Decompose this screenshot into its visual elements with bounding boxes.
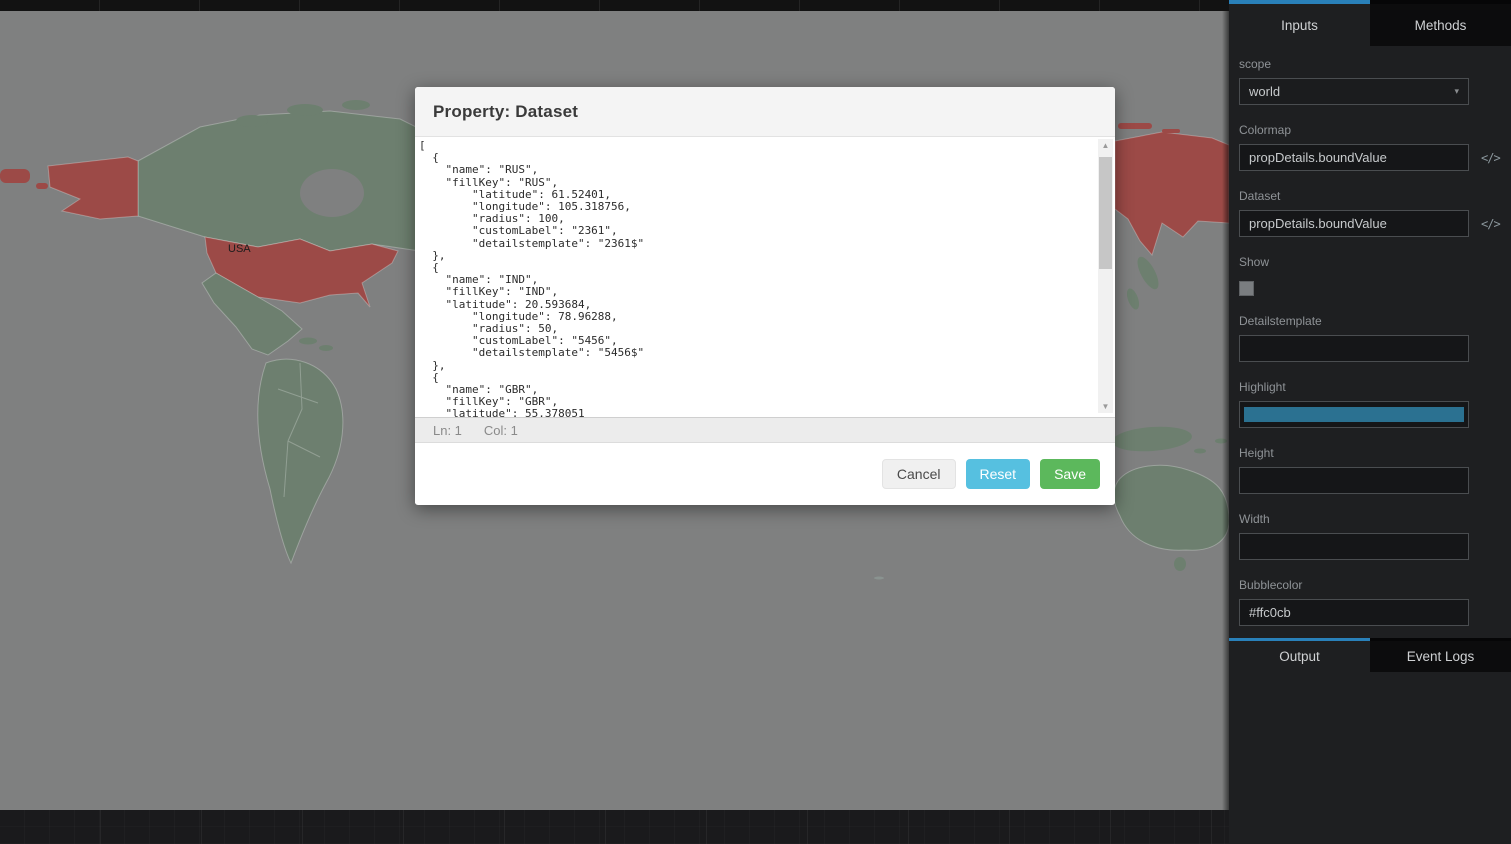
tab-methods[interactable]: Methods	[1370, 0, 1511, 46]
field-height: Height	[1239, 446, 1501, 494]
country-south-america	[258, 359, 343, 563]
small-island	[874, 577, 884, 580]
tab-output[interactable]: Output	[1229, 638, 1370, 672]
properties-sidebar: Inputs Methods scope world ▾ Colormap </…	[1229, 0, 1511, 844]
height-label: Height	[1239, 446, 1501, 460]
code-editor[interactable]: [ { "name": "RUS", "fillKey": "RUS", "la…	[415, 137, 1115, 417]
chevron-down-icon: ▾	[1454, 86, 1459, 97]
editor-content[interactable]: [ { "name": "RUS", "fillKey": "RUS", "la…	[415, 137, 1115, 417]
show-label: Show	[1239, 255, 1501, 269]
save-button[interactable]: Save	[1040, 459, 1100, 489]
country-canada	[138, 111, 420, 251]
scope-label: scope	[1239, 57, 1501, 71]
small-island	[1194, 449, 1206, 454]
width-input[interactable]	[1239, 533, 1469, 560]
bottom-grid-bar	[0, 810, 1229, 844]
output-panel: Output Event Logs There are no outbound …	[1229, 638, 1511, 844]
dataset-label: Dataset	[1239, 189, 1501, 203]
field-detailstemplate: Detailstemplate	[1239, 314, 1501, 362]
arctic-island	[236, 115, 268, 127]
canvas-edge-shadow	[1222, 11, 1229, 810]
field-colormap: Colormap </>	[1239, 123, 1501, 171]
field-highlight: Highlight	[1239, 380, 1501, 428]
output-eventlogs-tabbar: Output Event Logs	[1229, 638, 1511, 672]
col-indicator: Col: 1	[484, 423, 518, 438]
top-ruler	[0, 0, 1229, 11]
field-show: Show	[1239, 255, 1501, 296]
country-japan	[1133, 254, 1162, 292]
width-label: Width	[1239, 512, 1501, 526]
dataset-input[interactable]	[1239, 210, 1469, 237]
property-dataset-modal: Property: Dataset [ { "name": "RUS", "fi…	[415, 87, 1115, 505]
inputs-form: scope world ▾ Colormap </> Dataset </>	[1229, 46, 1511, 638]
scroll-up-icon[interactable]: ▲	[1098, 139, 1113, 152]
country-russia	[1115, 132, 1229, 255]
code-binding-icon[interactable]: </>	[1481, 151, 1500, 165]
hudson-bay	[300, 169, 364, 217]
bubblecolor-label: Bubblecolor	[1239, 578, 1501, 592]
tab-event-logs[interactable]: Event Logs	[1370, 638, 1511, 672]
country-alaska	[48, 157, 138, 219]
modal-header: Property: Dataset	[415, 87, 1115, 137]
arctic-island	[287, 104, 323, 116]
detailstemplate-input[interactable]	[1239, 335, 1469, 362]
arctic-island-ru	[1118, 123, 1152, 129]
height-input[interactable]	[1239, 467, 1469, 494]
colormap-input[interactable]	[1239, 144, 1469, 171]
cancel-button[interactable]: Cancel	[882, 459, 956, 489]
app-stage: USA	[0, 0, 1511, 844]
field-width: Width	[1239, 512, 1501, 560]
inputs-methods-tabbar: Inputs Methods	[1229, 0, 1511, 46]
field-scope: scope world ▾	[1239, 57, 1501, 105]
caribbean-island	[319, 345, 333, 351]
aleutian-islands	[36, 183, 48, 189]
editor-scrollbar[interactable]: ▲ ▼	[1098, 139, 1113, 413]
tab-inputs[interactable]: Inputs	[1229, 0, 1370, 46]
modal-footer: Cancel Reset Save	[415, 443, 1115, 504]
line-indicator: Ln: 1	[433, 423, 462, 438]
detailstemplate-label: Detailstemplate	[1239, 314, 1501, 328]
highlight-label: Highlight	[1239, 380, 1501, 394]
country-tasmania	[1174, 557, 1186, 571]
aleutian-islands	[0, 169, 30, 183]
highlight-input[interactable]	[1239, 401, 1469, 428]
code-binding-icon[interactable]: </>	[1481, 217, 1500, 231]
arctic-island-ru	[1162, 129, 1180, 133]
caribbean-island	[299, 338, 317, 345]
scroll-down-icon[interactable]: ▼	[1098, 400, 1113, 413]
usa-map-label: USA	[228, 243, 251, 255]
editor-statusbar: Ln: 1 Col: 1	[415, 417, 1115, 443]
scrollbar-thumb[interactable]	[1099, 157, 1112, 269]
country-australia	[1114, 465, 1229, 550]
scope-select-value: world	[1249, 84, 1280, 99]
bubblecolor-input[interactable]	[1239, 599, 1469, 626]
scope-select[interactable]: world ▾	[1239, 78, 1469, 105]
field-dataset: Dataset </>	[1239, 189, 1501, 237]
reset-button[interactable]: Reset	[966, 459, 1031, 489]
highlight-color-swatch	[1244, 407, 1464, 422]
show-checkbox[interactable]	[1239, 281, 1254, 296]
colormap-label: Colormap	[1239, 123, 1501, 137]
country-new-guinea	[1111, 424, 1192, 454]
arctic-island	[342, 100, 370, 110]
field-bubblecolor: Bubblecolor	[1239, 578, 1501, 626]
modal-title: Property: Dataset	[433, 102, 578, 122]
country-japan	[1125, 287, 1142, 311]
